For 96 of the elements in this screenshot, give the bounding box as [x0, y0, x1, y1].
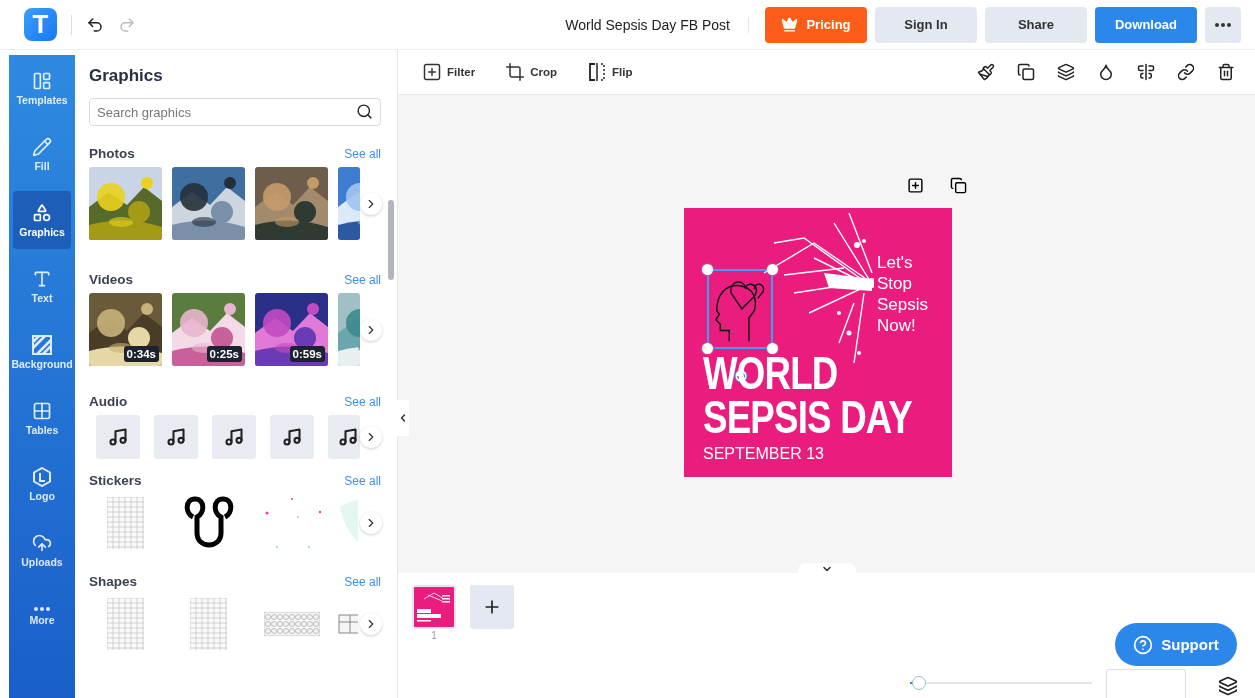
resize-handle[interactable] — [767, 343, 778, 354]
next-button[interactable] — [360, 318, 382, 341]
video-duration: 0:34s — [123, 346, 159, 362]
music-note-icon — [282, 427, 302, 447]
video-duration: 0:25s — [206, 346, 242, 362]
align-center-icon[interactable] — [1137, 63, 1155, 81]
tagline-text[interactable]: Now! — [877, 315, 916, 336]
rail-item[interactable]: Fill — [13, 125, 71, 183]
section-title: Shapes — [89, 574, 138, 589]
next-button[interactable] — [360, 192, 382, 215]
resize-handle[interactable] — [702, 264, 713, 275]
copy-icon[interactable] — [1017, 63, 1035, 81]
music-note-icon — [166, 427, 186, 447]
next-button[interactable] — [360, 512, 382, 534]
audio-tile[interactable] — [96, 415, 140, 459]
pencil-icon — [32, 136, 52, 157]
tagline-text[interactable]: Stop — [877, 273, 912, 294]
see-all-link[interactable]: See all — [344, 574, 381, 589]
rail-item[interactable]: Tables — [13, 389, 71, 447]
trash-icon[interactable] — [1217, 63, 1235, 81]
date-text[interactable]: SEPTEMBER 13 — [703, 445, 824, 463]
support-button[interactable]: Support — [1115, 623, 1237, 666]
duplicate-icon[interactable] — [949, 177, 967, 194]
next-button[interactable] — [360, 426, 382, 448]
music-note-icon — [338, 427, 358, 447]
search-icon[interactable] — [356, 103, 373, 120]
help-icon — [1133, 634, 1154, 655]
toolbar-button[interactable]: Flip — [586, 62, 633, 82]
toolbar-button[interactable]: Filter — [422, 62, 476, 82]
rail-item[interactable]: Graphics — [13, 191, 71, 249]
resize-handle[interactable] — [767, 264, 778, 275]
section-title: Videos — [89, 272, 134, 287]
audio-tile[interactable] — [328, 415, 360, 459]
grid-icon — [32, 400, 52, 421]
document-title[interactable]: World Sepsis Day FB Post — [565, 16, 749, 33]
zoom-field[interactable] — [1106, 669, 1186, 698]
pricing-button[interactable]: Pricing — [765, 6, 867, 43]
rail-item[interactable]: Templates — [13, 59, 71, 117]
collapse-tab[interactable] — [397, 400, 409, 436]
add-page-button[interactable] — [470, 585, 514, 629]
search-field[interactable]: Search graphics — [89, 98, 381, 126]
section-title: Photos — [89, 146, 135, 161]
templates-icon — [32, 70, 52, 91]
video-duration: 0:59s — [289, 346, 325, 362]
flip-icon — [586, 62, 607, 82]
toolbar-button[interactable]: Crop — [505, 62, 557, 82]
link-icon[interactable] — [1177, 63, 1195, 81]
see-all-link[interactable]: See all — [344, 146, 381, 161]
undo-icon[interactable] — [86, 15, 104, 34]
rail-item[interactable]: Logo — [13, 455, 71, 513]
more-icon — [1215, 22, 1231, 27]
resize-handle[interactable] — [702, 343, 713, 354]
app-logo[interactable]: T — [24, 8, 57, 41]
headline-text[interactable]: SEPSIS DAY — [703, 395, 912, 439]
section-title: Audio — [89, 394, 128, 409]
header-button[interactable]: Share — [985, 6, 1087, 43]
section-title: Stickers — [89, 473, 142, 488]
audio-tile[interactable] — [270, 415, 314, 459]
drop-icon[interactable] — [1097, 63, 1115, 81]
see-all-link[interactable]: See all — [344, 473, 381, 488]
next-button[interactable] — [360, 613, 382, 635]
tagline-text[interactable]: Let's — [877, 252, 913, 273]
tagline-text[interactable]: Sepsis — [877, 294, 929, 315]
headline-text[interactable]: WORLD — [703, 351, 838, 395]
rail-item[interactable]: Uploads — [13, 521, 71, 579]
crown-icon — [781, 16, 799, 33]
more-button[interactable] — [1205, 6, 1241, 43]
more-icon — [34, 606, 50, 611]
audio-tile[interactable] — [154, 415, 198, 459]
layers-icon[interactable] — [1218, 676, 1238, 696]
rail-item[interactable]: Background — [13, 323, 71, 381]
see-all-link[interactable]: See all — [344, 394, 381, 409]
music-note-icon — [108, 427, 128, 447]
cloud-upload-icon — [32, 532, 52, 553]
download-button[interactable]: Download — [1095, 6, 1197, 43]
header-button[interactable]: Sign In — [875, 6, 977, 43]
layers-icon[interactable] — [1057, 63, 1075, 81]
rotate-handle[interactable] — [734, 369, 748, 383]
logo-badge-icon — [32, 466, 52, 487]
see-all-link[interactable]: See all — [344, 272, 381, 287]
sparkle-square-icon — [422, 62, 442, 82]
selection-frame[interactable] — [707, 269, 773, 349]
scrollbar[interactable] — [388, 200, 394, 280]
crop-icon — [505, 62, 526, 82]
page-thumbnail[interactable] — [412, 585, 456, 629]
audio-tile[interactable] — [212, 415, 256, 459]
slider-thumb[interactable] — [912, 676, 927, 690]
rail-item[interactable]: More — [13, 587, 71, 645]
add-page-icon[interactable] — [906, 177, 924, 194]
panel-title: Graphics — [89, 66, 164, 86]
design-card[interactable]: Let's Stop Sepsis Now! WORLD SEPSIS DAY SEPTEMBER 13 — [684, 208, 952, 477]
rail-item[interactable]: Text — [13, 257, 71, 315]
shapes-icon — [32, 202, 52, 223]
music-note-icon — [224, 427, 244, 447]
hatched-square-icon — [32, 334, 52, 355]
page-number: 1 — [431, 630, 437, 641]
